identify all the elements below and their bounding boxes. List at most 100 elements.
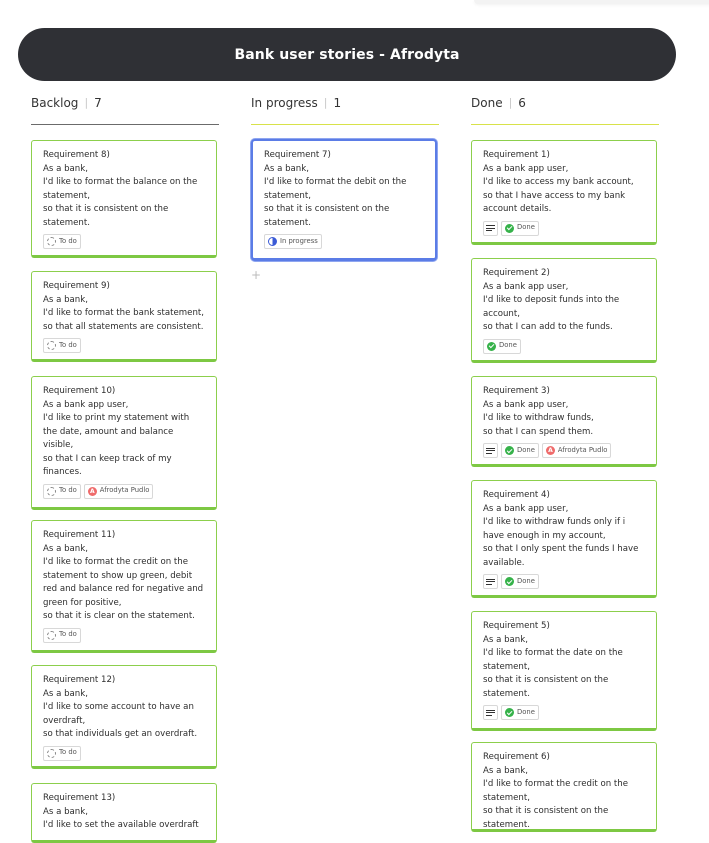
story-card[interactable]: Requirement 8) As a bank, I'd like to fo…	[31, 140, 217, 258]
column-count-separator: |	[323, 96, 328, 109]
column-backlog: Backlog | 7 Requirement 8) As a bank, I'd l…	[31, 96, 219, 843]
column-header[interactable]: Backlog | 7	[31, 96, 219, 125]
status-label: To do	[59, 486, 77, 495]
card-tags: To do A Afrodyta Pudlo	[43, 483, 205, 499]
status-badge[interactable]: To do	[43, 338, 81, 353]
notes-tag[interactable]	[483, 443, 498, 458]
column-count-separator: |	[508, 96, 513, 109]
story-card[interactable]: Requirement 2) As a bank app user, I'd l…	[471, 258, 657, 363]
notes-tag[interactable]	[483, 574, 498, 589]
column-in-progress: In progress | 1 Requirement 7) As a bank, I…	[251, 96, 439, 823]
card-tags: In progress	[264, 234, 424, 249]
column-count: 1	[333, 96, 342, 110]
status-label: To do	[59, 340, 77, 349]
status-label: Done	[499, 341, 517, 350]
avatar-icon: A	[545, 446, 555, 455]
status-label: To do	[59, 236, 77, 245]
top-toolbar-edge	[474, 0, 709, 4]
check-circle-icon	[505, 708, 514, 717]
story-card[interactable]: Requirement 11) As a bank, I'd like to f…	[31, 520, 217, 653]
column-title: In progress	[251, 96, 318, 110]
card-description: Requirement 2) As a bank app user, I'd l…	[483, 268, 620, 332]
card-tags: To do	[43, 234, 205, 249]
status-badge[interactable]: Done	[501, 574, 539, 589]
check-circle-icon	[505, 577, 514, 586]
card-description: Requirement 4) As a bank app user, I'd l…	[483, 490, 639, 568]
card-description: Requirement 9) As a bank, I'd like to fo…	[43, 281, 204, 332]
status-label: To do	[59, 630, 77, 639]
story-card[interactable]: Requirement 1) As a bank app user, I'd l…	[471, 140, 657, 245]
status-badge[interactable]: To do	[43, 627, 81, 643]
status-label: Done	[517, 576, 535, 585]
card-tags: To do	[43, 745, 205, 761]
assignee-badge[interactable]: A Afrodyta Pudlo	[83, 483, 154, 499]
card-tags: To do	[43, 627, 205, 643]
card-description: Requirement 13) As a bank, I'd like to s…	[43, 793, 199, 830]
assignee-name: Afrodyta Pudlo	[99, 486, 150, 495]
card-tags: Done A Afrodyta Pudlo	[483, 443, 645, 458]
story-card[interactable]: Requirement 6) As a bank, I'd like to fo…	[471, 742, 657, 832]
todo-status-icon	[47, 237, 56, 246]
status-label: Done	[517, 445, 535, 454]
column-title: Done	[471, 96, 503, 110]
column-count: 6	[518, 96, 526, 110]
story-card[interactable]: Requirement 5) As a bank, I'd like to fo…	[471, 611, 657, 731]
story-card[interactable]: Requirement 13) As a bank, I'd like to s…	[31, 783, 217, 843]
card-description: Requirement 5) As a bank, I'd like to fo…	[483, 621, 623, 699]
card-tags: Done	[483, 574, 645, 589]
todo-status-icon	[47, 748, 56, 758]
card-description: Requirement 10) As a bank app user, I'd …	[43, 386, 190, 477]
story-card[interactable]: Requirement 4) As a bank app user, I'd l…	[471, 480, 657, 598]
notes-icon	[486, 708, 495, 717]
avatar-icon: A	[87, 486, 97, 496]
column-title: Backlog	[31, 96, 79, 110]
notes-tag[interactable]	[483, 220, 498, 236]
card-description: Requirement 3) As a bank app user, I'd l…	[483, 386, 594, 437]
card-description: Requirement 6) As a bank, I'd like to fo…	[483, 752, 628, 830]
card-tags: Done	[483, 338, 645, 354]
column-header[interactable]: In progress | 1	[251, 96, 439, 125]
card-tags: To do	[43, 338, 205, 353]
column-header[interactable]: Done | 6	[471, 96, 659, 125]
story-card[interactable]: Requirement 12) As a bank, I'd like to s…	[31, 665, 217, 769]
story-card[interactable]: Requirement 9) As a bank, I'd like to fo…	[31, 271, 217, 362]
check-circle-icon	[505, 223, 514, 233]
status-label: To do	[59, 748, 77, 757]
status-label: Done	[517, 707, 535, 716]
board-title-banner[interactable]: Bank user stories - Afrodyta	[18, 28, 676, 81]
column-count-separator: |	[84, 96, 89, 109]
add-card-button[interactable]: +	[251, 268, 261, 282]
card-tags: Done	[483, 705, 645, 720]
card-description: Requirement 1) As a bank app user, I'd l…	[483, 150, 634, 214]
status-badge[interactable]: Done	[501, 443, 539, 458]
assignee-badge[interactable]: A Afrodyta Pudlo	[541, 443, 612, 458]
story-card[interactable]: Requirement 10) As a bank app user, I'd …	[31, 376, 217, 510]
todo-status-icon	[47, 341, 56, 350]
column-done: Done | 6 Requirement 1) As a bank app user,…	[471, 96, 659, 832]
status-badge[interactable]: Done	[483, 338, 521, 354]
notes-icon	[486, 224, 495, 232]
status-badge[interactable]: To do	[43, 483, 81, 499]
story-card[interactable]: Requirement 3) As a bank app user, I'd l…	[471, 376, 657, 467]
check-circle-icon	[487, 341, 496, 351]
todo-status-icon	[47, 486, 56, 496]
half-circle-icon	[268, 237, 277, 246]
status-badge[interactable]: In progress	[264, 234, 322, 249]
notes-icon	[486, 446, 495, 455]
status-badge[interactable]: To do	[43, 234, 81, 249]
story-card[interactable]: Requirement 7) As a bank, I'd like to fo…	[251, 139, 437, 261]
board-title: Bank user stories - Afrodyta	[234, 46, 460, 63]
status-badge[interactable]: Done	[501, 705, 539, 720]
card-description: Requirement 11) As a bank, I'd like to f…	[43, 530, 204, 621]
assignee-name: Afrodyta Pudlo	[557, 445, 608, 454]
check-circle-icon	[505, 446, 514, 455]
card-description: Requirement 12) As a bank, I'd like to s…	[43, 675, 198, 739]
status-badge[interactable]: To do	[43, 745, 81, 761]
card-tags: Done	[483, 220, 645, 236]
todo-status-icon	[47, 630, 56, 640]
notes-tag[interactable]	[483, 705, 498, 720]
status-label: Done	[517, 223, 535, 232]
status-badge[interactable]: Done	[501, 220, 539, 236]
column-count: 7	[94, 96, 102, 110]
status-label: In progress	[280, 236, 318, 245]
